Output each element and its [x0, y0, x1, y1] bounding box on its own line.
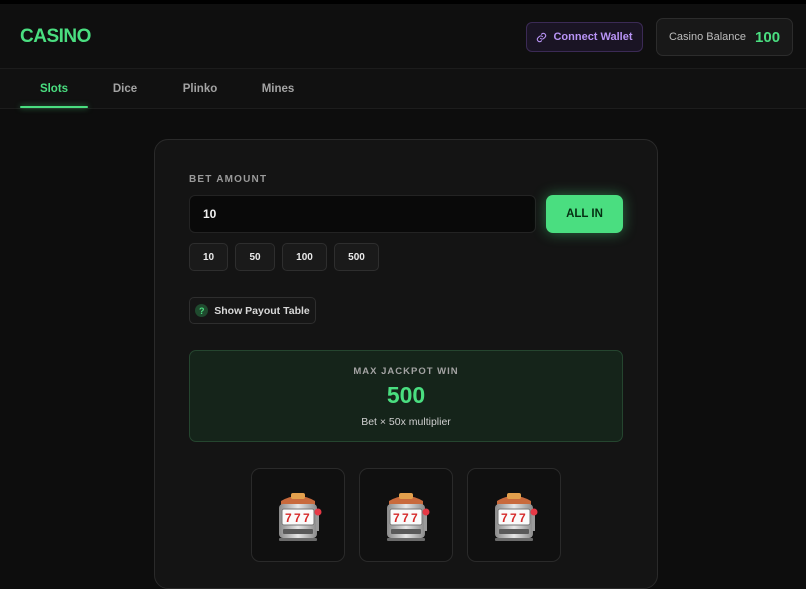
reel-2: 7 7 7 — [359, 468, 453, 562]
help-icon: ? — [195, 304, 209, 317]
svg-text:7: 7 — [501, 511, 508, 525]
quick-bet-10[interactable]: 10 — [189, 243, 228, 271]
top-bar: CASINO Connect Wallet Casino Balance 100 — [0, 4, 806, 69]
tab-dice[interactable]: Dice — [100, 69, 150, 108]
game-tabs: Slots Dice Plinko Mines — [0, 69, 806, 109]
show-payout-table-button[interactable]: ? Show Payout Table — [189, 297, 316, 324]
jackpot-panel: MAX JACKPOT WIN 500 Bet × 50x multiplier — [189, 350, 623, 442]
jackpot-multiplier: Bet × 50x multiplier — [361, 416, 451, 428]
balance-value: 100 — [755, 28, 781, 46]
link-icon — [537, 32, 547, 42]
casino-logo: CASINO — [20, 26, 91, 47]
slot-machine-icon: 7 7 7 — [387, 493, 430, 541]
balance-label: Casino Balance — [668, 31, 747, 43]
payout-table-label: Show Payout Table — [214, 304, 310, 317]
jackpot-value: 500 — [386, 382, 426, 408]
tab-mines[interactable]: Mines — [250, 69, 306, 108]
bet-amount-label: BET AMOUNT — [189, 174, 268, 185]
quick-bet-500[interactable]: 500 — [334, 243, 379, 271]
all-in-button[interactable]: ALL IN — [546, 195, 623, 233]
svg-text:7: 7 — [294, 511, 301, 525]
svg-text:7: 7 — [411, 511, 418, 525]
svg-text:7: 7 — [510, 511, 517, 525]
slot-machine-icon: 7 7 7 — [279, 493, 322, 541]
svg-text:7: 7 — [393, 511, 400, 525]
quick-bet-100[interactable]: 100 — [282, 243, 327, 271]
reel-3: 7 7 7 — [467, 468, 561, 562]
jackpot-title: MAX JACKPOT WIN — [353, 366, 459, 377]
tab-slots[interactable]: Slots — [20, 69, 88, 108]
quick-bet-50[interactable]: 50 — [235, 243, 275, 271]
slot-machine-icon: 7 7 7 — [495, 493, 538, 541]
svg-text:7: 7 — [402, 511, 409, 525]
connect-wallet-button[interactable]: Connect Wallet — [526, 22, 643, 52]
casino-balance: Casino Balance 100 — [656, 18, 793, 56]
svg-text:7: 7 — [519, 511, 526, 525]
svg-text:7: 7 — [285, 511, 292, 525]
bet-amount-input[interactable] — [189, 195, 536, 233]
svg-text:7: 7 — [303, 511, 310, 525]
reel-1: 7 7 7 — [251, 468, 345, 562]
connect-wallet-label: Connect Wallet — [553, 31, 633, 43]
tab-plinko[interactable]: Plinko — [168, 69, 232, 108]
